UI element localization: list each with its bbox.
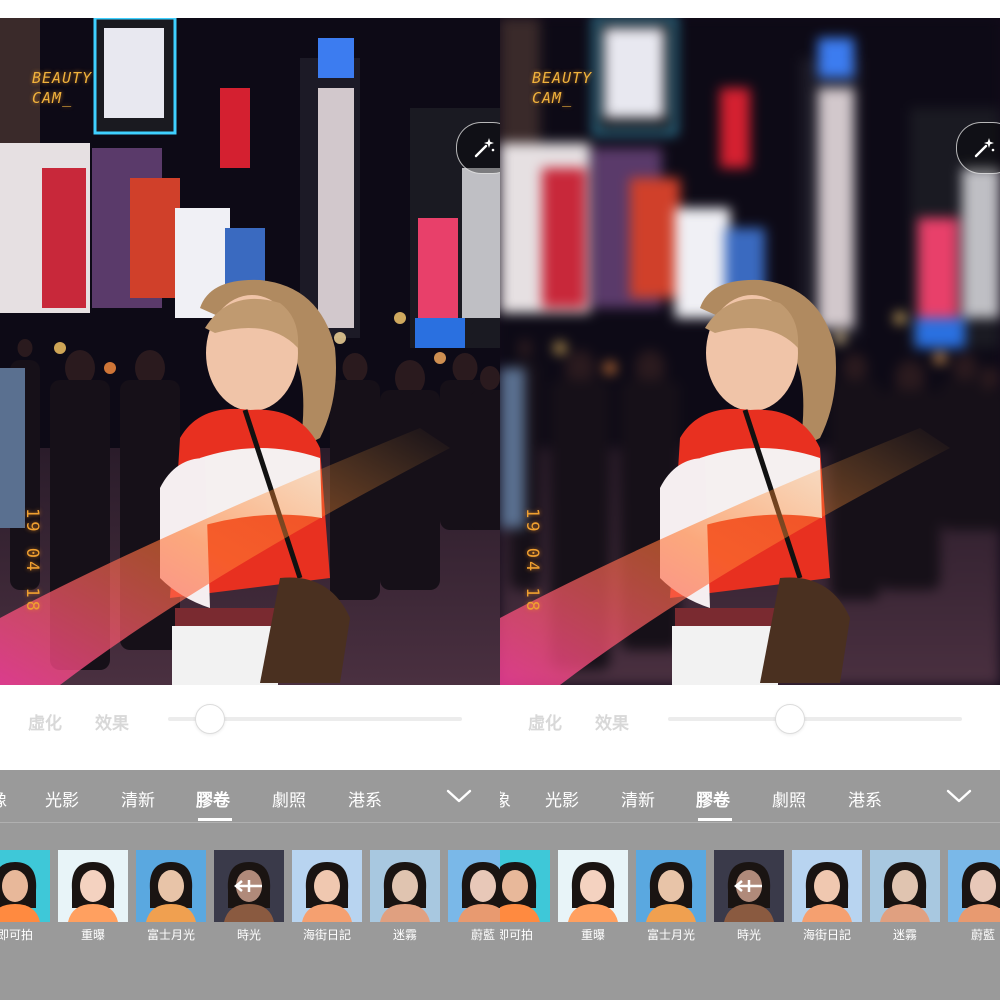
category-hk-style[interactable]: 港系	[348, 786, 382, 811]
category-hk-style[interactable]: 港系	[848, 786, 882, 811]
photo-preview[interactable]: BEAUTY CAM_ 19 04 18	[500, 18, 1000, 685]
filter-thumb[interactable]	[636, 850, 706, 922]
category-partial[interactable]: 像	[0, 786, 7, 811]
filter-label: 重曝	[580, 928, 605, 942]
filter-panel: 像 光影 清新 膠卷 劇照 港系 即可拍 重曝 富士月光 時光 海街日記 迷霧 蔚藍	[0, 770, 500, 1000]
top-strip	[0, 0, 500, 18]
filter-preview-image	[636, 850, 706, 922]
filter-thumb[interactable]	[558, 850, 628, 922]
filter-thumbnails: 即可拍 重曝 富士月光 時光 海街日記 迷霧 蔚藍	[500, 850, 1000, 950]
filter-preview-image	[792, 850, 862, 922]
filter-label: 蔚藍	[970, 928, 995, 942]
left-panel: BEAUTY CAM_ 19 04 18 虛化 效果 像 光影 清新 膠卷 劇照…	[0, 0, 500, 1000]
watermark-line-1: BEAUTY	[32, 69, 93, 87]
blur-slider-track[interactable]	[668, 717, 962, 721]
category-lightshadow[interactable]: 光影	[545, 786, 579, 811]
filter-label: 迷霧	[892, 928, 917, 942]
blur-label[interactable]: 虛化	[528, 709, 562, 734]
filter-panel: 象 光影 清新 膠卷 劇照 港系 即可拍 重曝 富士月光 時光 海街日記 迷霧 蔚藍	[500, 770, 1000, 1000]
filter-preview-image	[292, 850, 362, 922]
filter-thumb[interactable]	[448, 850, 500, 922]
effect-label[interactable]: 效果	[95, 709, 129, 734]
beauty-cam-watermark: BEAUTY CAM_	[532, 68, 592, 108]
right-panel: BEAUTY CAM_ 19 04 18 虛化 效果 象 光影 清新 膠卷 劇照…	[500, 0, 1000, 1000]
filter-thumb[interactable]	[714, 850, 784, 922]
date-stamp: 19 04 18	[22, 508, 42, 614]
filter-label: 海街日記	[802, 928, 851, 942]
blur-label[interactable]: 虛化	[28, 709, 62, 734]
magic-wand-button[interactable]	[956, 122, 1000, 174]
filter-label: 即可拍	[500, 928, 533, 942]
effect-controls: 虛化 效果	[500, 685, 1000, 770]
chevron-down-icon[interactable]	[446, 788, 472, 804]
filter-thumb[interactable]	[370, 850, 440, 922]
category-partial[interactable]: 象	[500, 786, 511, 811]
filter-thumb[interactable]	[870, 850, 940, 922]
filter-thumb[interactable]	[214, 850, 284, 922]
watermark-line-2: CAM_	[532, 89, 573, 107]
filter-thumb[interactable]	[136, 850, 206, 922]
category-bar: 象 光影 清新 膠卷 劇照 港系	[500, 770, 1000, 823]
watermark-line-2: CAM_	[32, 89, 73, 107]
filter-preview-image	[448, 850, 500, 922]
filter-label: 蔚藍	[470, 928, 495, 942]
filter-label: 時光	[236, 928, 261, 942]
filter-label: 重曝	[80, 928, 105, 942]
category-active-underline	[698, 818, 732, 821]
filter-label: 富士月光	[646, 928, 695, 942]
filter-preview-image	[136, 850, 206, 922]
compare-slider-icon[interactable]	[734, 879, 764, 893]
filter-thumb[interactable]	[292, 850, 362, 922]
top-strip	[500, 0, 1000, 18]
photo-preview[interactable]: BEAUTY CAM_ 19 04 18	[0, 18, 500, 685]
filter-thumb[interactable]	[948, 850, 1000, 922]
magic-wand-button[interactable]	[456, 122, 500, 174]
filter-thumb[interactable]	[792, 850, 862, 922]
filter-label: 富士月光	[146, 928, 195, 942]
category-drama[interactable]: 劇照	[272, 786, 306, 811]
category-fresh[interactable]: 清新	[121, 786, 155, 811]
effect-controls: 虛化 效果	[0, 685, 500, 770]
blur-slider-thumb[interactable]	[774, 704, 805, 734]
filter-label: 海街日記	[302, 928, 351, 942]
filter-preview-image	[0, 850, 50, 922]
category-lightshadow[interactable]: 光影	[45, 786, 79, 811]
magic-wand-icon	[974, 138, 995, 158]
category-film[interactable]: 膠卷	[696, 786, 730, 811]
filter-preview-image	[558, 850, 628, 922]
category-bar: 像 光影 清新 膠卷 劇照 港系	[0, 770, 500, 823]
effect-label[interactable]: 效果	[595, 709, 629, 734]
filter-thumb[interactable]	[58, 850, 128, 922]
filter-thumbnails: 即可拍 重曝 富士月光 時光 海街日記 迷霧 蔚藍	[0, 850, 500, 950]
category-fresh[interactable]: 清新	[621, 786, 655, 811]
city-night-scene-blurred	[500, 18, 1000, 685]
filter-thumb[interactable]	[0, 850, 50, 922]
city-night-scene	[0, 18, 500, 685]
watermark-line-1: BEAUTY	[532, 69, 593, 87]
category-active-underline	[198, 818, 232, 821]
compare-slider-icon[interactable]	[234, 879, 264, 893]
filter-preview-image	[870, 850, 940, 922]
filter-label: 即可拍	[0, 928, 33, 942]
chevron-down-icon[interactable]	[946, 788, 972, 804]
category-drama[interactable]: 劇照	[772, 786, 806, 811]
filter-thumb[interactable]	[500, 850, 550, 922]
date-stamp: 19 04 18	[522, 508, 542, 614]
filter-preview-image	[58, 850, 128, 922]
beauty-cam-watermark: BEAUTY CAM_	[32, 68, 92, 108]
filter-label: 迷霧	[392, 928, 417, 942]
filter-preview-image	[370, 850, 440, 922]
filter-label: 時光	[736, 928, 761, 942]
category-film[interactable]: 膠卷	[196, 786, 230, 811]
blur-slider-thumb[interactable]	[195, 704, 226, 734]
filter-preview-image	[948, 850, 1000, 922]
filter-preview-image	[500, 850, 550, 922]
magic-wand-icon	[474, 138, 495, 158]
